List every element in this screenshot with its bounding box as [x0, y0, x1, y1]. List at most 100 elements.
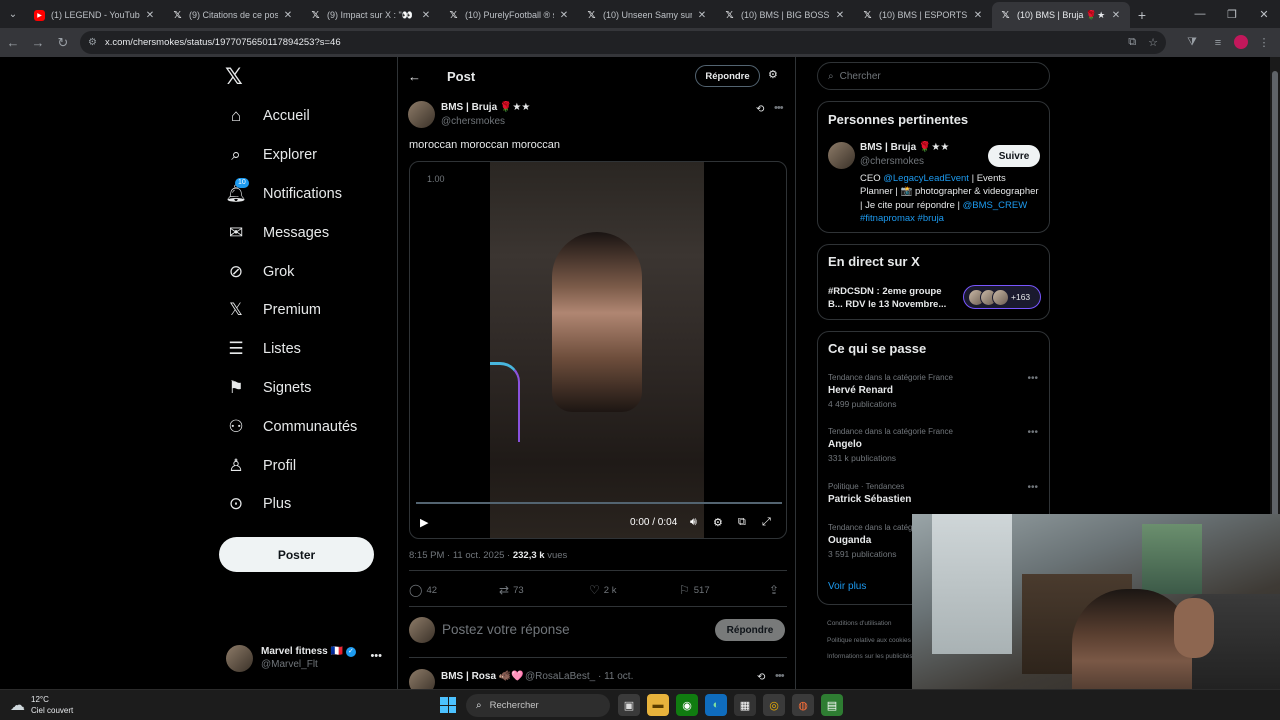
- edge-icon[interactable]: ◐: [705, 694, 727, 716]
- back-arrow-icon[interactable]: ←: [408, 69, 421, 84]
- reply-author-name[interactable]: BMS | Rosa 🐗🩷: [441, 671, 524, 682]
- minimize-icon[interactable]: —: [1184, 0, 1216, 28]
- address-bar[interactable]: ⚙ x.com/chersmokes/status/19770756501178…: [80, 31, 1166, 54]
- avatar[interactable]: [828, 142, 855, 169]
- browser-tab[interactable]: 𝕏(9) Citations de ce post / X✕: [164, 2, 302, 28]
- grok-icon[interactable]: ⟲: [757, 672, 765, 683]
- firefox-icon[interactable]: ◍: [792, 694, 814, 716]
- sidebar-item-plus[interactable]: ⊙ Plus: [219, 485, 389, 524]
- sidebar-item-profil[interactable]: ♙ Profil: [219, 446, 389, 485]
- more-dots-icon[interactable]: •••: [370, 650, 382, 662]
- taskbar-search[interactable]: ⌕ Rechercher: [466, 694, 610, 717]
- sidebar-item-signets[interactable]: ⚑ Signets: [219, 369, 389, 408]
- trend-item[interactable]: Tendance dans la catégorie France Hervé …: [828, 373, 1048, 409]
- sidebar-item-explorer[interactable]: ⌕ Explorer: [219, 136, 389, 175]
- browser-tab[interactable]: 𝕏(10) BMS | BIG BOSS X2 sur X✕: [716, 2, 854, 28]
- sidebar-item-messages[interactable]: ✉ Messages: [219, 213, 389, 252]
- video-player[interactable]: 1.00 ▶ 0:00 / 0:04 🔊︎ ⚙ ⧉ ⤢: [409, 161, 787, 539]
- follow-button[interactable]: Suivre: [988, 145, 1040, 167]
- repost-action[interactable]: ⇄ 73: [499, 581, 589, 599]
- media-control-icon[interactable]: ≡: [1208, 31, 1228, 54]
- footer-link[interactable]: Informations sur les publicités: [827, 649, 917, 666]
- tab-close-icon[interactable]: ✕: [558, 10, 570, 21]
- author-handle[interactable]: @chersmokes: [441, 116, 505, 127]
- play-icon[interactable]: ▶: [420, 516, 428, 529]
- back-icon[interactable]: ←: [1, 31, 25, 55]
- reply-submit-button[interactable]: Répondre: [715, 619, 785, 641]
- reply-input[interactable]: Postez votre réponse: [442, 622, 570, 637]
- browser-tab[interactable]: 𝕏(10) BMS | ESPORTS sur X✕: [854, 2, 992, 28]
- close-window-icon[interactable]: ✕: [1248, 0, 1280, 28]
- install-app-icon[interactable]: ⧉: [1128, 36, 1136, 49]
- windows-start-icon[interactable]: [440, 697, 456, 713]
- forward-icon[interactable]: →: [26, 31, 50, 55]
- avatar[interactable]: [408, 101, 435, 128]
- more-dots-icon[interactable]: •••: [1027, 427, 1038, 438]
- search-input[interactable]: [839, 70, 1030, 82]
- reply-header-button[interactable]: Répondre: [695, 65, 760, 87]
- microsoft-store-icon[interactable]: ▦: [734, 694, 756, 716]
- tab-close-icon[interactable]: ✕: [696, 10, 708, 21]
- tab-close-icon[interactable]: ✕: [144, 10, 156, 21]
- grok-icon[interactable]: ⟲: [756, 104, 764, 115]
- chrome-icon[interactable]: ◎: [763, 694, 785, 716]
- browser-menu-icon[interactable]: ⋮: [1254, 31, 1274, 54]
- sidebar-item-communautes[interactable]: ⚇ Communautés: [219, 407, 389, 446]
- extensions-icon[interactable]: ⧩: [1182, 31, 1202, 54]
- more-dots-icon[interactable]: •••: [774, 102, 784, 114]
- tab-close-icon[interactable]: ✕: [834, 10, 846, 21]
- site-info-icon[interactable]: ⚙: [88, 37, 97, 48]
- more-dots-icon[interactable]: •••: [1027, 373, 1038, 384]
- post-button[interactable]: Poster: [219, 537, 374, 572]
- tab-search-menu-icon[interactable]: ⌄: [0, 0, 26, 28]
- sidebar-item-premium[interactable]: 𝕏 Premium: [219, 291, 389, 330]
- app-icon[interactable]: ▤: [821, 694, 843, 716]
- file-explorer-icon[interactable]: ▬: [647, 694, 669, 716]
- browser-tab-active[interactable]: 𝕏(10) BMS | Bruja 🌹★★ sur X✕: [992, 2, 1130, 28]
- share-action[interactable]: ⇪: [769, 581, 783, 599]
- see-more-link[interactable]: Voir plus: [828, 581, 866, 592]
- browser-tab[interactable]: 𝕏 (9) Impact sur X : "👀 ✕: [302, 2, 440, 28]
- relevant-person-handle[interactable]: @chersmokes: [860, 156, 924, 167]
- bookmark-star-icon[interactable]: ☆: [1148, 36, 1158, 49]
- sidebar-item-grok[interactable]: ⊘ Grok: [219, 252, 389, 291]
- tab-close-icon[interactable]: ✕: [420, 10, 432, 21]
- tab-close-icon[interactable]: ✕: [1110, 10, 1122, 21]
- sidebar-item-notifications[interactable]: 🔔︎ 10 Notifications: [219, 175, 389, 214]
- relevant-person-name[interactable]: BMS | Bruja 🌹★★: [860, 142, 949, 153]
- profile-avatar[interactable]: [1234, 35, 1248, 49]
- video-progress-bar[interactable]: [416, 502, 782, 504]
- tab-close-icon[interactable]: ✕: [282, 10, 294, 21]
- sidebar-item-listes[interactable]: ☰ Listes: [219, 330, 389, 369]
- browser-tab[interactable]: 𝕏(10) Unseen Samy sur X : ✕: [578, 2, 716, 28]
- more-dots-icon[interactable]: •••: [1027, 482, 1038, 493]
- task-view-icon[interactable]: ▣: [618, 694, 640, 716]
- reload-icon[interactable]: ↻: [51, 31, 75, 55]
- browser-tab[interactable]: ▶ (1) LEGEND - YouTube ✕: [26, 2, 164, 28]
- pip-icon[interactable]: ⧉: [738, 516, 746, 529]
- trend-item[interactable]: Tendance dans la catégorie France Angelo…: [828, 427, 1048, 463]
- browser-tab[interactable]: 𝕏(10) PurelyFootball ® sur X✕: [440, 2, 578, 28]
- tab-close-icon[interactable]: ✕: [972, 10, 984, 21]
- live-listeners-badge[interactable]: +163: [963, 285, 1041, 309]
- weather-widget[interactable]: ☁ 12°C Ciel couvert: [10, 694, 73, 716]
- more-dots-icon[interactable]: •••: [775, 670, 785, 682]
- restore-icon[interactable]: ❐: [1216, 0, 1248, 28]
- new-tab-button[interactable]: +: [1130, 2, 1154, 28]
- like-action[interactable]: ♡ 2 k: [589, 581, 679, 599]
- bookmark-action[interactable]: ⚐ 517: [679, 581, 769, 599]
- fullscreen-icon[interactable]: ⤢: [762, 516, 771, 529]
- volume-icon[interactable]: 🔊︎: [690, 516, 697, 529]
- sidebar-item-accueil[interactable]: ⌂ Accueil: [219, 97, 389, 136]
- footer-link[interactable]: Politique relative aux cookies: [827, 633, 917, 650]
- settings-gear-icon[interactable]: ⚙: [713, 516, 723, 529]
- x-logo[interactable]: 𝕏: [225, 66, 247, 88]
- trend-item[interactable]: Politique · Tendances Patrick Sébastien …: [828, 482, 1048, 505]
- footer-link[interactable]: Conditions d'utilisation: [827, 616, 917, 633]
- author-name[interactable]: BMS | Bruja 🌹★★: [441, 102, 530, 113]
- xbox-icon[interactable]: ◉: [676, 694, 698, 716]
- live-space-title[interactable]: #RDCSDN : 2eme groupe B... RDV le 13 Nov…: [828, 285, 958, 311]
- reply-action[interactable]: ◯ 42: [409, 581, 499, 599]
- account-switcher[interactable]: Marvel fitness 🇫🇷 ✓ @Marvel_Flt •••: [226, 643, 386, 673]
- sliders-icon[interactable]: ⚙: [768, 68, 778, 81]
